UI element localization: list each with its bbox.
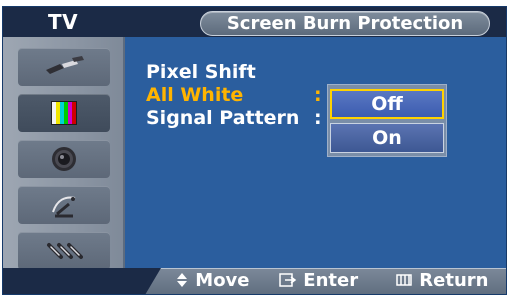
option-on[interactable]: On	[330, 123, 444, 153]
menu-title-pill: Screen Burn Protection	[200, 11, 490, 36]
osd-panel: TV Screen Burn Protection Pixel Shift Al…	[2, 6, 507, 295]
left-icon-rail	[3, 37, 125, 270]
hint-enter: Enter	[279, 268, 358, 294]
menu-colon: :	[314, 107, 322, 129]
menu-colon: :	[314, 84, 322, 106]
rail-item-sound[interactable]	[13, 136, 115, 182]
hint-return: Return	[395, 268, 488, 294]
rail-item-channel[interactable]	[13, 182, 115, 228]
return-label: Return	[419, 270, 489, 291]
hint-move: Move	[175, 268, 250, 294]
menu-content: Pixel Shift All White : Signal Pattern :…	[125, 37, 506, 268]
header-bar: TV Screen Burn Protection	[3, 7, 506, 37]
menu-item-all-white[interactable]: All White	[146, 84, 243, 106]
sound-icon	[18, 140, 110, 178]
rail-item-picture[interactable]	[13, 90, 115, 136]
enter-icon	[279, 270, 303, 291]
tv-label: TV	[47, 10, 79, 34]
menu-item-signal-pattern[interactable]: Signal Pattern	[146, 107, 299, 129]
return-icon	[395, 270, 419, 291]
all-white-dropdown[interactable]: Off On	[327, 84, 447, 157]
setup-icon	[18, 232, 110, 270]
rail-item-input[interactable]	[13, 44, 115, 90]
enter-label: Enter	[303, 270, 359, 291]
input-icon	[18, 48, 110, 86]
option-off[interactable]: Off	[330, 89, 444, 119]
menu-title: Screen Burn Protection	[226, 13, 464, 34]
menu-item-pixel-shift[interactable]: Pixel Shift	[146, 61, 256, 83]
picture-icon	[18, 94, 110, 132]
move-label: Move	[195, 270, 250, 291]
tv-osd-screen: TV Screen Burn Protection Pixel Shift Al…	[0, 0, 509, 299]
updown-arrows-icon	[175, 270, 195, 291]
channel-icon	[18, 186, 110, 224]
footer-bar: Move Enter Return	[3, 268, 506, 294]
